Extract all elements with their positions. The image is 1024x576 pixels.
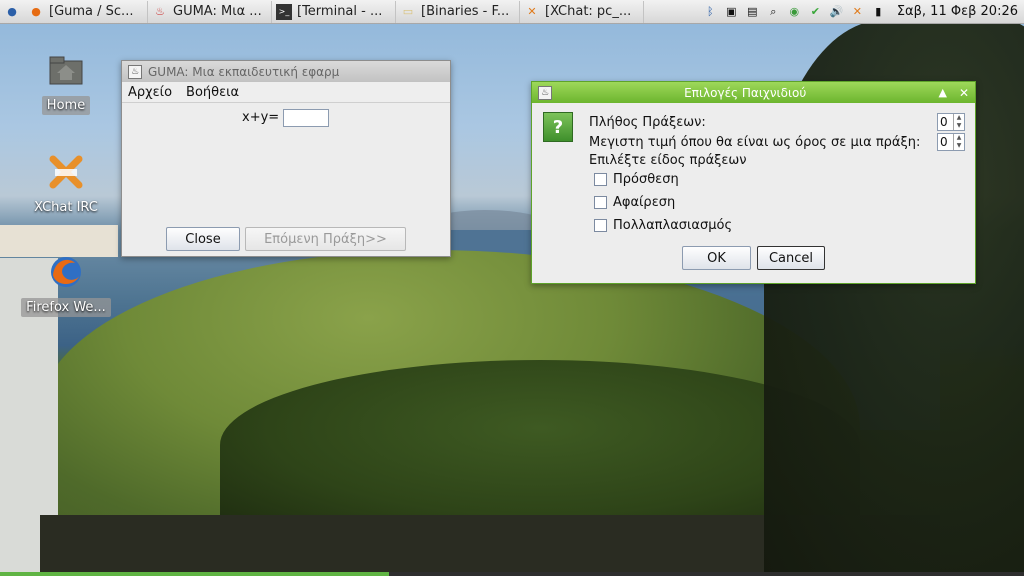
taskbar-item-binaries[interactable]: ▭ [Binaries - F...	[396, 0, 520, 23]
firefox-icon	[46, 252, 86, 292]
removable-drive-icon[interactable]: ▣	[723, 3, 740, 20]
window-title: GUMA: Μια εκπαιδευτική εφαρμ	[148, 64, 340, 79]
xchat-icon: ✕	[527, 5, 537, 18]
desktop-icon-label: Home	[41, 96, 91, 115]
checkbox-label: Αφαίρεση	[613, 195, 676, 210]
cancel-button[interactable]: Cancel	[757, 246, 825, 270]
taskbar-item-label: [Guma / Sc...	[49, 4, 134, 19]
taskbar-item-firefox[interactable]: ● [Guma / Sc...	[24, 0, 148, 23]
taskbar-item-xchat[interactable]: ✕ [XChat: pc_...	[520, 0, 644, 23]
checkbox-box[interactable]	[594, 219, 607, 232]
app-menu-button[interactable]: ●	[0, 0, 24, 24]
clock[interactable]: Σαβ, 11 Φεβ 20:26	[891, 4, 1024, 19]
spinner-value: 0	[940, 115, 948, 129]
next-operation-button[interactable]: Επόμενη Πράξη>>	[245, 227, 406, 251]
subtraction-checkbox[interactable]: Αφαίρεση	[594, 195, 675, 210]
desktop-icon-xchat[interactable]: XChat IRC	[20, 152, 112, 217]
xchat-icon	[46, 152, 86, 192]
spinner-arrows-icon[interactable]: ▲ ▼	[953, 134, 964, 150]
clipboard-icon[interactable]: ▤	[744, 3, 761, 20]
addition-checkbox[interactable]: Πρόσθεση	[594, 172, 679, 187]
expression-label: x+y=	[242, 110, 280, 125]
terminal-icon: >_	[276, 3, 292, 20]
taskbar-item-label: [Binaries - F...	[421, 4, 510, 19]
checkbox-label: Πολλαπλασιασμός	[613, 218, 733, 233]
desktop-icon-home[interactable]: Home	[20, 50, 112, 115]
question-icon: ?	[543, 112, 573, 142]
volume-icon[interactable]: 🔊	[828, 3, 845, 20]
taskbar-item-label: [Terminal - ...	[297, 4, 383, 19]
xchat-tray-icon[interactable]: ✕	[849, 3, 866, 20]
guma-titlebar[interactable]: ♨ GUMA: Μια εκπαιδευτική εφαρμ	[122, 61, 450, 82]
guma-window: ♨ GUMA: Μια εκπαιδευτική εφαρμ Αρχείο Βο…	[121, 60, 451, 257]
checkbox-box[interactable]	[594, 173, 607, 186]
ok-button[interactable]: OK	[682, 246, 751, 270]
guma-menubar: Αρχείο Βοήθεια	[122, 82, 450, 103]
options-titlebar[interactable]: ♨ Επιλογές Παιχνιδιού ▲ ✕	[532, 82, 975, 103]
firefox-icon: ●	[31, 5, 41, 18]
operation-count-label: Πλήθος Πράξεων:	[589, 115, 706, 130]
bottom-strip	[0, 572, 1024, 576]
java-icon: ♨	[128, 64, 142, 79]
multiplication-checkbox[interactable]: Πολλαπλασιασμός	[594, 218, 732, 233]
taskbar-item-guma[interactable]: ♨ GUMA: Μια ...	[148, 0, 272, 23]
java-icon: ♨	[155, 5, 165, 18]
battery-icon[interactable]: ▮	[870, 3, 887, 20]
system-tray: ᛒ ▣ ▤ ⌕ ◉ ✔ 🔊 ✕ ▮	[698, 0, 891, 24]
taskbar-item-terminal[interactable]: >_ [Terminal - ...	[272, 0, 396, 23]
keep-above-icon[interactable]: ▲	[938, 86, 946, 99]
dialog-title: Επιλογές Παιχνιδιού	[684, 85, 807, 100]
max-value-label: Μεγιστη τιμή όπου θα είναι ως όρος σε μι…	[589, 135, 921, 150]
desktop-icon-label: XChat IRC	[34, 200, 98, 215]
spinner-arrows-icon[interactable]: ▲ ▼	[953, 114, 964, 130]
home-folder-icon	[46, 50, 86, 90]
max-value-spinner[interactable]: 0 ▲ ▼	[937, 133, 965, 151]
operation-types-label: Επιλέξτε είδος πράξεων	[589, 153, 747, 168]
desktop-icon-label: Firefox We...	[21, 298, 111, 317]
folder-icon: ▭	[402, 5, 414, 18]
close-icon[interactable]: ✕	[959, 86, 969, 100]
menu-help[interactable]: Βοήθεια	[186, 85, 239, 100]
operation-count-spinner[interactable]: 0 ▲ ▼	[937, 113, 965, 131]
bluetooth-icon[interactable]: ᛒ	[702, 3, 719, 20]
spinner-value: 0	[940, 135, 948, 149]
search-icon[interactable]: ⌕	[765, 3, 782, 20]
menu-file[interactable]: Αρχείο	[128, 85, 172, 100]
taskbar-item-label: [XChat: pc_...	[545, 4, 632, 19]
answer-input[interactable]	[283, 109, 329, 127]
top-panel: ● ● [Guma / Sc... ♨ GUMA: Μια ... >_ [Te…	[0, 0, 1024, 24]
desktop-icon-firefox[interactable]: Firefox We...	[20, 252, 112, 317]
checkbox-box[interactable]	[594, 196, 607, 209]
taskbar-item-label: GUMA: Μια ...	[173, 4, 262, 19]
java-icon: ♨	[538, 85, 552, 100]
game-options-dialog: ♨ Επιλογές Παιχνιδιού ▲ ✕ ? Πλήθος Πράξε…	[531, 81, 976, 284]
update-check-icon[interactable]: ✔	[807, 3, 824, 20]
network-icon[interactable]: ◉	[786, 3, 803, 20]
close-button[interactable]: Close	[166, 227, 240, 251]
checkbox-label: Πρόσθεση	[613, 172, 679, 187]
